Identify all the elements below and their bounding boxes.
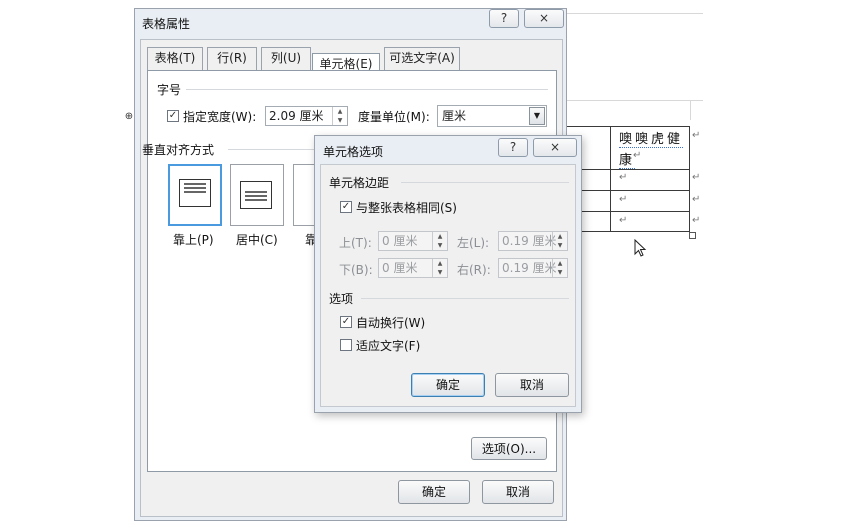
top-margin-spinner[interactable]: 0 厘米 ▲ ▼ (378, 231, 448, 251)
spinner-arrows-icon[interactable]: ▲ ▼ (432, 232, 447, 250)
valign-center-option[interactable] (230, 164, 284, 226)
specify-width-label: 指定宽度(W): (183, 110, 257, 124)
cell-text: 噢噢虎健 (619, 132, 684, 148)
divider (401, 182, 569, 183)
cell-options-dialog: 单元格选项 ? × 单元格边距 ✓ 与整张表格相同(S) 上(T): 0 厘米 … (314, 135, 582, 413)
align-center-icon (240, 181, 272, 209)
right-margin-label: 右(R): (457, 263, 491, 277)
spinner-arrows-icon[interactable]: ▲ ▼ (552, 259, 567, 277)
mouse-cursor-icon (634, 239, 647, 257)
divider (186, 89, 548, 90)
dialog-title: 表格属性 (142, 17, 191, 31)
paragraph-mark-icon: ↵ (633, 150, 642, 161)
left-margin-label: 左(L): (457, 236, 490, 250)
chevron-down-icon[interactable]: ▼ (529, 107, 545, 125)
dialog-body: 单元格边距 ✓ 与整张表格相同(S) 上(T): 0 厘米 ▲ ▼ 左(L): 0… (320, 164, 576, 407)
options-group-label: 选项 (329, 292, 354, 306)
valign-group-label: 垂直对齐方式 (142, 143, 215, 157)
dialog-title: 单元格选项 (323, 145, 384, 159)
ruler-line (565, 13, 703, 14)
paragraph-mark-icon: ↵ (619, 172, 628, 183)
valign-center-label: 居中(C) (236, 233, 278, 247)
tab-alt-text[interactable]: 可选文字(A) (384, 47, 460, 70)
table-resize-handle-icon[interactable] (689, 232, 696, 239)
top-margin-label: 上(T): (339, 236, 372, 250)
spinner-arrows-icon[interactable]: ▲ ▼ (332, 107, 347, 125)
measure-unit-select[interactable]: 厘米 ▼ (437, 105, 547, 127)
close-button[interactable]: × (533, 138, 577, 157)
tab-row[interactable]: 行(R) (207, 47, 257, 70)
ruler-line (690, 100, 691, 120)
valign-top-label: 靠上(P) (173, 233, 214, 247)
cancel-button[interactable]: 取消 (495, 373, 569, 397)
paragraph-mark-icon: ↵ (619, 194, 628, 205)
same-as-table-checkbox[interactable]: ✓ (340, 201, 352, 213)
wrap-text-label: 自动换行(W) (356, 316, 426, 330)
same-as-table-label: 与整张表格相同(S) (356, 201, 457, 215)
close-button[interactable]: × (524, 9, 564, 28)
wrap-text-checkbox[interactable]: ✓ (340, 316, 352, 328)
help-button[interactable]: ? (498, 138, 528, 157)
paragraph-mark-icon: ↵ (692, 215, 701, 226)
spinner-arrows-icon[interactable]: ▲ ▼ (432, 259, 447, 277)
specify-width-checkbox[interactable]: ✓ (167, 110, 179, 122)
paragraph-mark-icon: ↵ (692, 194, 701, 205)
left-margin-spinner[interactable]: 0.19 厘米 ▲ ▼ (498, 231, 568, 251)
measure-unit-label: 度量单位(M): (358, 110, 430, 124)
ruler-line (565, 100, 703, 101)
paragraph-mark-icon: ↵ (692, 130, 701, 141)
help-button[interactable]: ? (489, 9, 519, 28)
ok-button[interactable]: 确定 (411, 373, 485, 397)
paragraph-mark-icon: ↵ (692, 172, 701, 183)
bottom-margin-spinner[interactable]: 0 厘米 ▲ ▼ (378, 258, 448, 278)
margins-group-label: 单元格边距 (329, 176, 390, 190)
options-button[interactable]: 选项(O)... (471, 437, 547, 460)
size-group-label: 字号 (157, 83, 182, 97)
paragraph-mark-icon: ↵ (619, 215, 628, 226)
bottom-margin-label: 下(B): (339, 263, 373, 277)
tab-column[interactable]: 列(U) (261, 47, 311, 70)
ok-button[interactable]: 确定 (398, 480, 470, 504)
tab-table[interactable]: 表格(T) (147, 47, 203, 70)
table-move-handle-icon[interactable]: ⊕ (124, 112, 134, 122)
align-top-icon (179, 179, 211, 207)
divider (361, 298, 569, 299)
valign-top-option[interactable] (168, 164, 222, 226)
width-spinner[interactable]: 2.09 厘米 ▲ ▼ (265, 106, 348, 126)
fit-text-checkbox[interactable] (340, 339, 352, 351)
fit-text-label: 适应文字(F) (356, 339, 421, 353)
spinner-arrows-icon[interactable]: ▲ ▼ (552, 232, 567, 250)
right-margin-spinner[interactable]: 0.19 厘米 ▲ ▼ (498, 258, 568, 278)
cancel-button[interactable]: 取消 (482, 480, 554, 504)
